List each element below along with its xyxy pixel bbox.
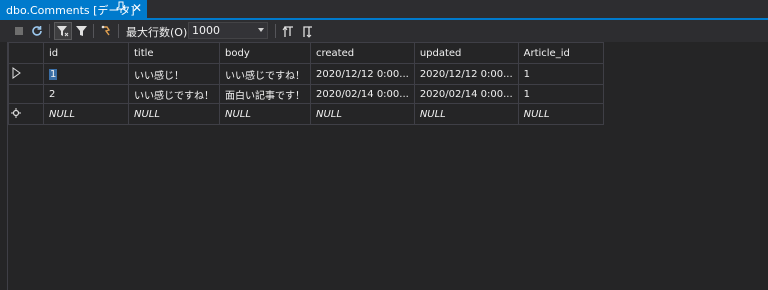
cell-id[interactable]: 1: [43, 63, 129, 85]
cell-created[interactable]: NULL: [310, 103, 415, 125]
close-icon[interactable]: ✕: [131, 1, 143, 15]
cell-created[interactable]: 2020/12/12 0:00...: [310, 63, 415, 85]
table-row[interactable]: 2 いい感じですね！ 面白い記事です！ 2020/02/14 0:00... 2…: [8, 84, 604, 104]
row-selector[interactable]: [8, 103, 44, 125]
results-grid: id title body created updated Article_id…: [8, 42, 604, 125]
cell-id[interactable]: NULL: [43, 103, 129, 125]
toolbar-separator: [275, 24, 276, 38]
table-row[interactable]: 1 いい感じ！ いい感じですね！ 2020/12/12 0:00... 2020…: [8, 63, 604, 85]
script-icon[interactable]: [97, 22, 115, 40]
filter-funnel-icon[interactable]: [73, 22, 91, 40]
toolbar-separator: [118, 24, 119, 38]
max-rows-label: 最大行数(O):: [126, 26, 191, 39]
cell-updated[interactable]: 2020/12/12 0:00...: [413, 63, 519, 85]
stop-icon[interactable]: [10, 22, 28, 40]
column-header-title[interactable]: title: [128, 42, 220, 64]
sort-left-icon[interactable]: [280, 22, 298, 40]
cell-updated[interactable]: 2020/02/14 0:00...: [413, 84, 519, 104]
corner-header[interactable]: [8, 42, 44, 64]
sort-right-icon[interactable]: [299, 22, 317, 40]
toolbar-separator: [49, 24, 50, 38]
chevron-down-icon: [258, 28, 264, 32]
cell-body[interactable]: いい感じですね！: [219, 63, 311, 85]
column-header-created[interactable]: created: [310, 42, 415, 64]
row-selector[interactable]: [8, 63, 44, 85]
cell-title[interactable]: いい感じ！: [128, 63, 220, 85]
filter-icon[interactable]: [54, 22, 72, 40]
cell-title[interactable]: いい感じですね！: [128, 84, 220, 104]
current-row-arrow-icon: [12, 67, 21, 79]
results-grid-area: id title body created updated Article_id…: [0, 42, 768, 290]
max-rows-value: 1000: [192, 24, 220, 37]
tab-dbo-comments[interactable]: dbo.Comments [データ] ✕: [0, 0, 147, 18]
new-row-star-icon: [11, 108, 21, 118]
header-row: id title body created updated Article_id: [8, 42, 604, 64]
cell-article-id[interactable]: NULL: [517, 103, 604, 125]
max-rows-dropdown[interactable]: 1000: [188, 22, 268, 39]
pin-icon[interactable]: [115, 1, 127, 15]
column-header-body[interactable]: body: [219, 42, 311, 64]
cell-article-id[interactable]: 1: [517, 63, 604, 85]
cell-created[interactable]: 2020/02/14 0:00...: [310, 84, 415, 104]
cell-updated[interactable]: NULL: [413, 103, 519, 125]
cell-id[interactable]: 2: [43, 84, 129, 104]
new-row[interactable]: NULL NULL NULL NULL NULL NULL: [8, 103, 604, 125]
data-toolbar: 最大行数(O): 1000: [0, 20, 768, 42]
cell-body[interactable]: 面白い記事です！: [219, 84, 311, 104]
column-header-id[interactable]: id: [43, 42, 129, 64]
row-selector[interactable]: [8, 84, 44, 104]
cell-title[interactable]: NULL: [128, 103, 220, 125]
column-header-updated[interactable]: updated: [413, 42, 519, 64]
cell-body[interactable]: NULL: [219, 103, 311, 125]
cell-value: 1: [49, 68, 58, 80]
toolbar-separator: [93, 24, 94, 38]
refresh-icon[interactable]: [28, 22, 46, 40]
cell-article-id[interactable]: 1: [517, 84, 604, 104]
document-tab-strip: dbo.Comments [データ] ✕: [0, 0, 768, 20]
column-header-article-id[interactable]: Article_id: [517, 42, 604, 64]
